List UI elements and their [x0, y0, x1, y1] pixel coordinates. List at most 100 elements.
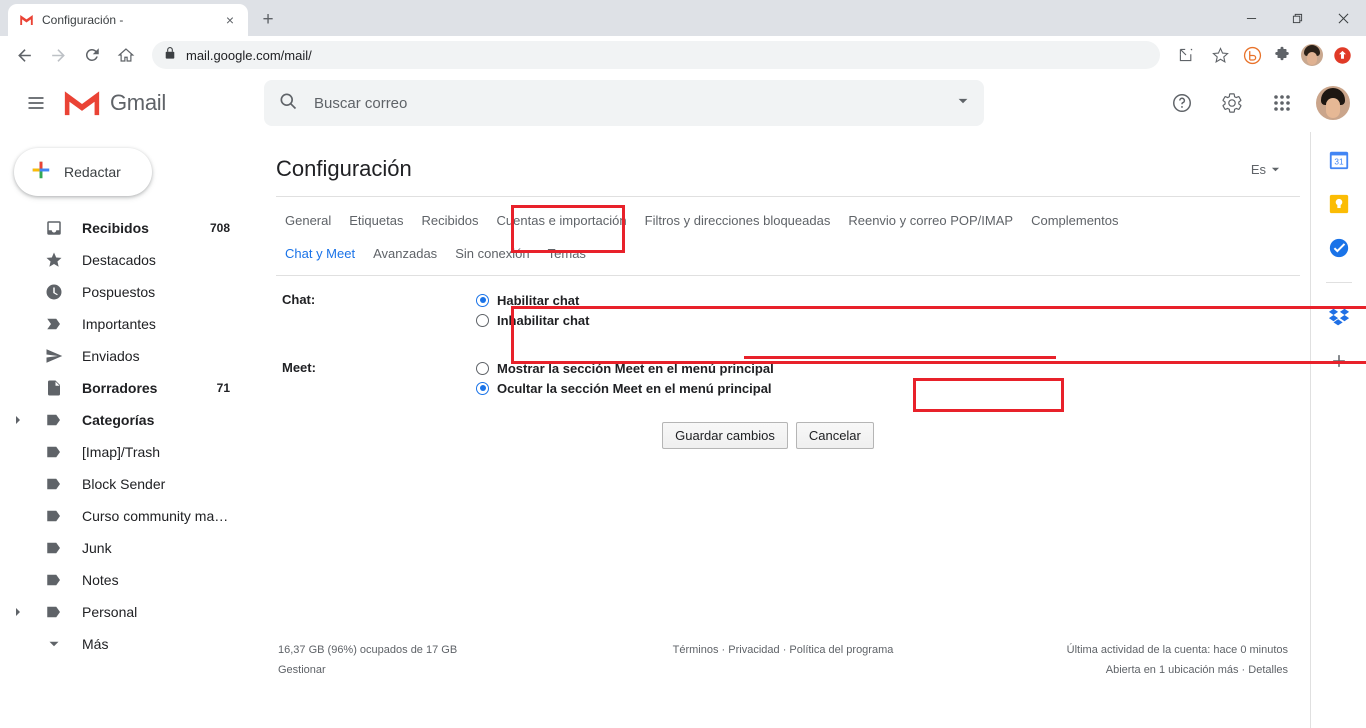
add-addon-icon[interactable]	[1327, 349, 1351, 373]
sep-1: ·	[721, 644, 726, 656]
minimize-icon[interactable]	[1228, 0, 1274, 36]
tab-complementos[interactable]: Complementos	[1022, 207, 1127, 234]
chevron-down-icon[interactable]	[956, 94, 970, 113]
share-icon[interactable]	[1170, 39, 1202, 71]
sidebar-item-destacados[interactable]: Destacados	[0, 244, 246, 276]
sidebar-item-pospuestos[interactable]: Pospuestos	[0, 276, 246, 308]
close-icon[interactable]: ×	[222, 12, 238, 28]
tab-chat-y-meet[interactable]: Chat y Meet	[276, 240, 364, 267]
tab-cuentas-e-importaci-n[interactable]: Cuentas e importación	[488, 207, 636, 234]
new-tab-button[interactable]: +	[254, 6, 282, 34]
sidebar-item-borradores[interactable]: Borradores 71	[0, 372, 246, 404]
dropbox-icon[interactable]	[1327, 305, 1351, 329]
meet-option[interactable]: Mostrar la sección Meet en el menú princ…	[476, 358, 1300, 378]
tab-general[interactable]: General	[276, 207, 340, 234]
reload-icon[interactable]	[76, 39, 108, 71]
terms-link[interactable]: Términos	[673, 644, 719, 656]
sidebar-item-junk[interactable]: Junk	[0, 532, 246, 564]
sidebar-item-label: Notes	[82, 572, 119, 588]
cancel-button[interactable]: Cancelar	[795, 422, 874, 449]
radio-button[interactable]	[476, 293, 489, 307]
sidebar-item-categor-as[interactable]: Categorías	[0, 404, 246, 436]
gmail-header: Gmail Buscar correo	[0, 74, 1366, 132]
chat-option[interactable]: Inhabilitar chat	[476, 310, 1300, 330]
tasks-icon[interactable]	[1327, 236, 1351, 260]
label-important-icon	[44, 315, 64, 333]
home-icon[interactable]	[110, 39, 142, 71]
tab-recibidos[interactable]: Recibidos	[412, 207, 487, 234]
gmail-icon	[18, 12, 34, 28]
compose-button[interactable]: Redactar	[14, 148, 152, 196]
browser-chrome: Configuración - × + mail.google.com/mail…	[0, 0, 1366, 74]
radio-button[interactable]	[476, 313, 489, 327]
tab-reenvio-y-correo-pop-imap[interactable]: Reenvio y correo POP/IMAP	[839, 207, 1022, 234]
sidebar-item-curso-community-mana[interactable]: Curso community mana…	[0, 500, 246, 532]
sidebar-item-personal[interactable]: Personal	[0, 596, 246, 628]
option-label[interactable]: Mostrar la sección Meet en el menú princ…	[497, 361, 774, 376]
adblock-icon[interactable]	[1328, 41, 1356, 69]
svg-text:31: 31	[1334, 158, 1344, 167]
back-icon[interactable]	[8, 39, 40, 71]
sidebar-item-enviados[interactable]: Enviados	[0, 340, 246, 372]
program-policy-link[interactable]: Política del programa	[789, 644, 893, 656]
address-bar[interactable]: mail.google.com/mail/	[152, 41, 1160, 69]
sidebar-item-importantes[interactable]: Importantes	[0, 308, 246, 340]
tab-etiquetas[interactable]: Etiquetas	[340, 207, 412, 234]
sidebar-item-notes[interactable]: Notes	[0, 564, 246, 596]
account-avatar[interactable]	[1316, 86, 1350, 120]
sep-3: ·	[1241, 664, 1246, 676]
sidebar-item-imap-trash[interactable]: [Imap]/Trash	[0, 436, 246, 468]
chat-options: Habilitar chat Inhabilitar chat	[476, 290, 1300, 330]
tab-filtros-y-direcciones-bloqueadas[interactable]: Filtros y direcciones bloqueadas	[636, 207, 840, 234]
help-icon[interactable]	[1160, 81, 1204, 125]
browser-tab[interactable]: Configuración - ×	[8, 4, 248, 36]
manage-link[interactable]: Gestionar	[278, 660, 615, 680]
meet-setting-row: Meet: Mostrar la sección Meet en el menú…	[276, 336, 1300, 404]
details-link[interactable]: Detalles	[1248, 664, 1288, 676]
chat-setting-row: Chat: Habilitar chat Inhabilitar chat	[276, 276, 1300, 336]
sidebar-item-count: 708	[209, 221, 230, 235]
label-icon	[44, 603, 64, 621]
language-selector[interactable]: Es	[1251, 162, 1290, 177]
maximize-icon[interactable]	[1274, 0, 1320, 36]
search-input[interactable]: Buscar correo	[264, 80, 984, 126]
label-icon	[44, 571, 64, 589]
settings-tabs-row-1: General Etiquetas Recibidos Cuentas e impor…	[276, 197, 1300, 234]
gmail-logo[interactable]: Gmail	[62, 88, 234, 118]
clock-icon	[44, 283, 64, 301]
option-label[interactable]: Ocultar la sección Meet en el menú princ…	[497, 381, 772, 396]
footer-storage: 16,37 GB (96%) ocupados de 17 GB Gestion…	[278, 640, 615, 680]
option-label[interactable]: Habilitar chat	[497, 293, 579, 308]
sidebar-item-m-s[interactable]: Más	[0, 628, 246, 660]
radio-button[interactable]	[476, 361, 489, 375]
label-icon	[44, 443, 64, 461]
tab-sin-conexi-n[interactable]: Sin conexión	[446, 240, 538, 267]
settings-gear-icon[interactable]	[1210, 81, 1254, 125]
hamburger-icon[interactable]	[16, 83, 56, 123]
meet-option[interactable]: Ocultar la sección Meet en el menú princ…	[476, 378, 1300, 398]
profile-avatar-icon[interactable]	[1298, 41, 1326, 69]
puzzle-extensions-icon[interactable]	[1268, 41, 1296, 69]
calendar-icon[interactable]: 31	[1327, 148, 1351, 172]
star-icon[interactable]	[1204, 39, 1236, 71]
radio-button[interactable]	[476, 381, 489, 395]
keep-icon[interactable]	[1327, 192, 1351, 216]
footer: 16,37 GB (96%) ocupados de 17 GB Gestion…	[266, 640, 1300, 680]
expand-caret-icon[interactable]	[10, 608, 26, 616]
right-side-panel: 31	[1310, 132, 1366, 728]
chat-option[interactable]: Habilitar chat	[476, 290, 1300, 310]
privacy-link[interactable]: Privacidad	[728, 644, 779, 656]
honey-icon[interactable]	[1238, 41, 1266, 69]
apps-grid-icon[interactable]	[1260, 81, 1304, 125]
tab-avanzadas[interactable]: Avanzadas	[364, 240, 446, 267]
storage-text: 16,37 GB (96%) ocupados de 17 GB	[278, 644, 458, 656]
forward-icon[interactable]	[42, 39, 74, 71]
close-window-icon[interactable]	[1320, 0, 1366, 36]
expand-caret-icon[interactable]	[10, 416, 26, 424]
tab-temas[interactable]: Temas	[539, 240, 595, 267]
option-label[interactable]: Inhabilitar chat	[497, 313, 589, 328]
save-button[interactable]: Guardar cambios	[662, 422, 788, 449]
sidebar-item-block-sender[interactable]: Block Sender	[0, 468, 246, 500]
sidebar-item-recibidos[interactable]: Recibidos 708	[0, 212, 246, 244]
sidebar-item-label: Importantes	[82, 316, 156, 332]
